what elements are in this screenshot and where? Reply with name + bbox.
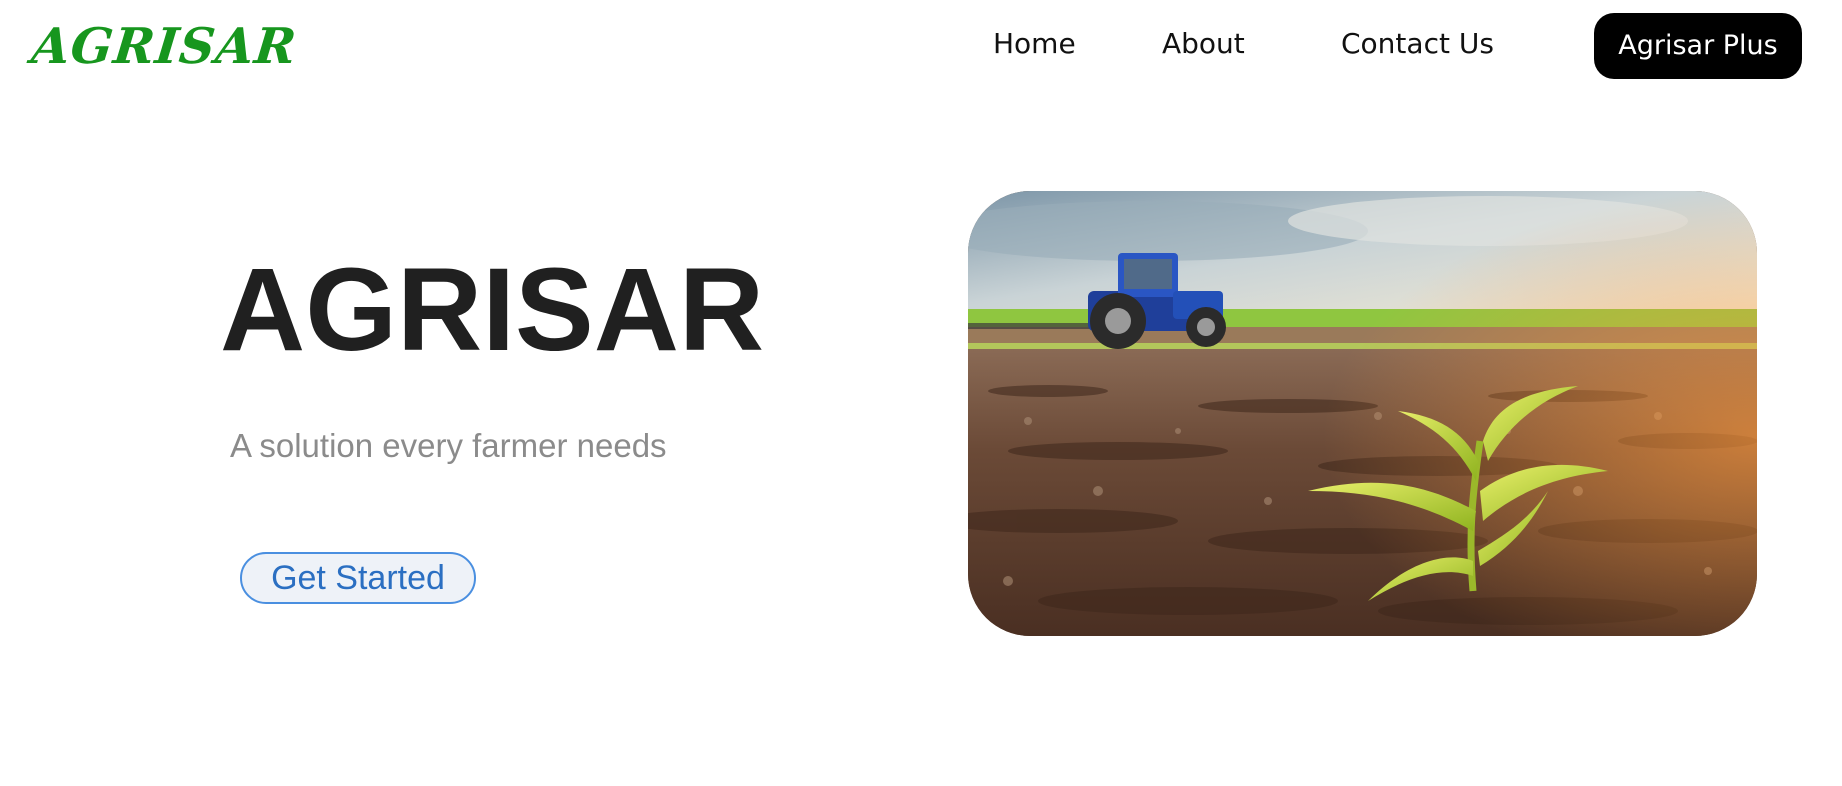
get-started-button[interactable]: Get Started xyxy=(240,552,476,604)
hero-title: AGRISAR xyxy=(220,244,765,376)
agrisar-plus-button[interactable]: Agrisar Plus xyxy=(1594,13,1802,79)
hero-farm-image xyxy=(968,191,1757,636)
nav-contact-link[interactable]: Contact Us xyxy=(1341,26,1494,62)
nav-home-link[interactable]: Home xyxy=(993,26,1076,62)
nav-about-link[interactable]: About xyxy=(1162,26,1245,62)
hero-subtitle: A solution every farmer needs xyxy=(230,427,667,464)
brand-logo[interactable]: AGRISAR xyxy=(29,17,300,75)
